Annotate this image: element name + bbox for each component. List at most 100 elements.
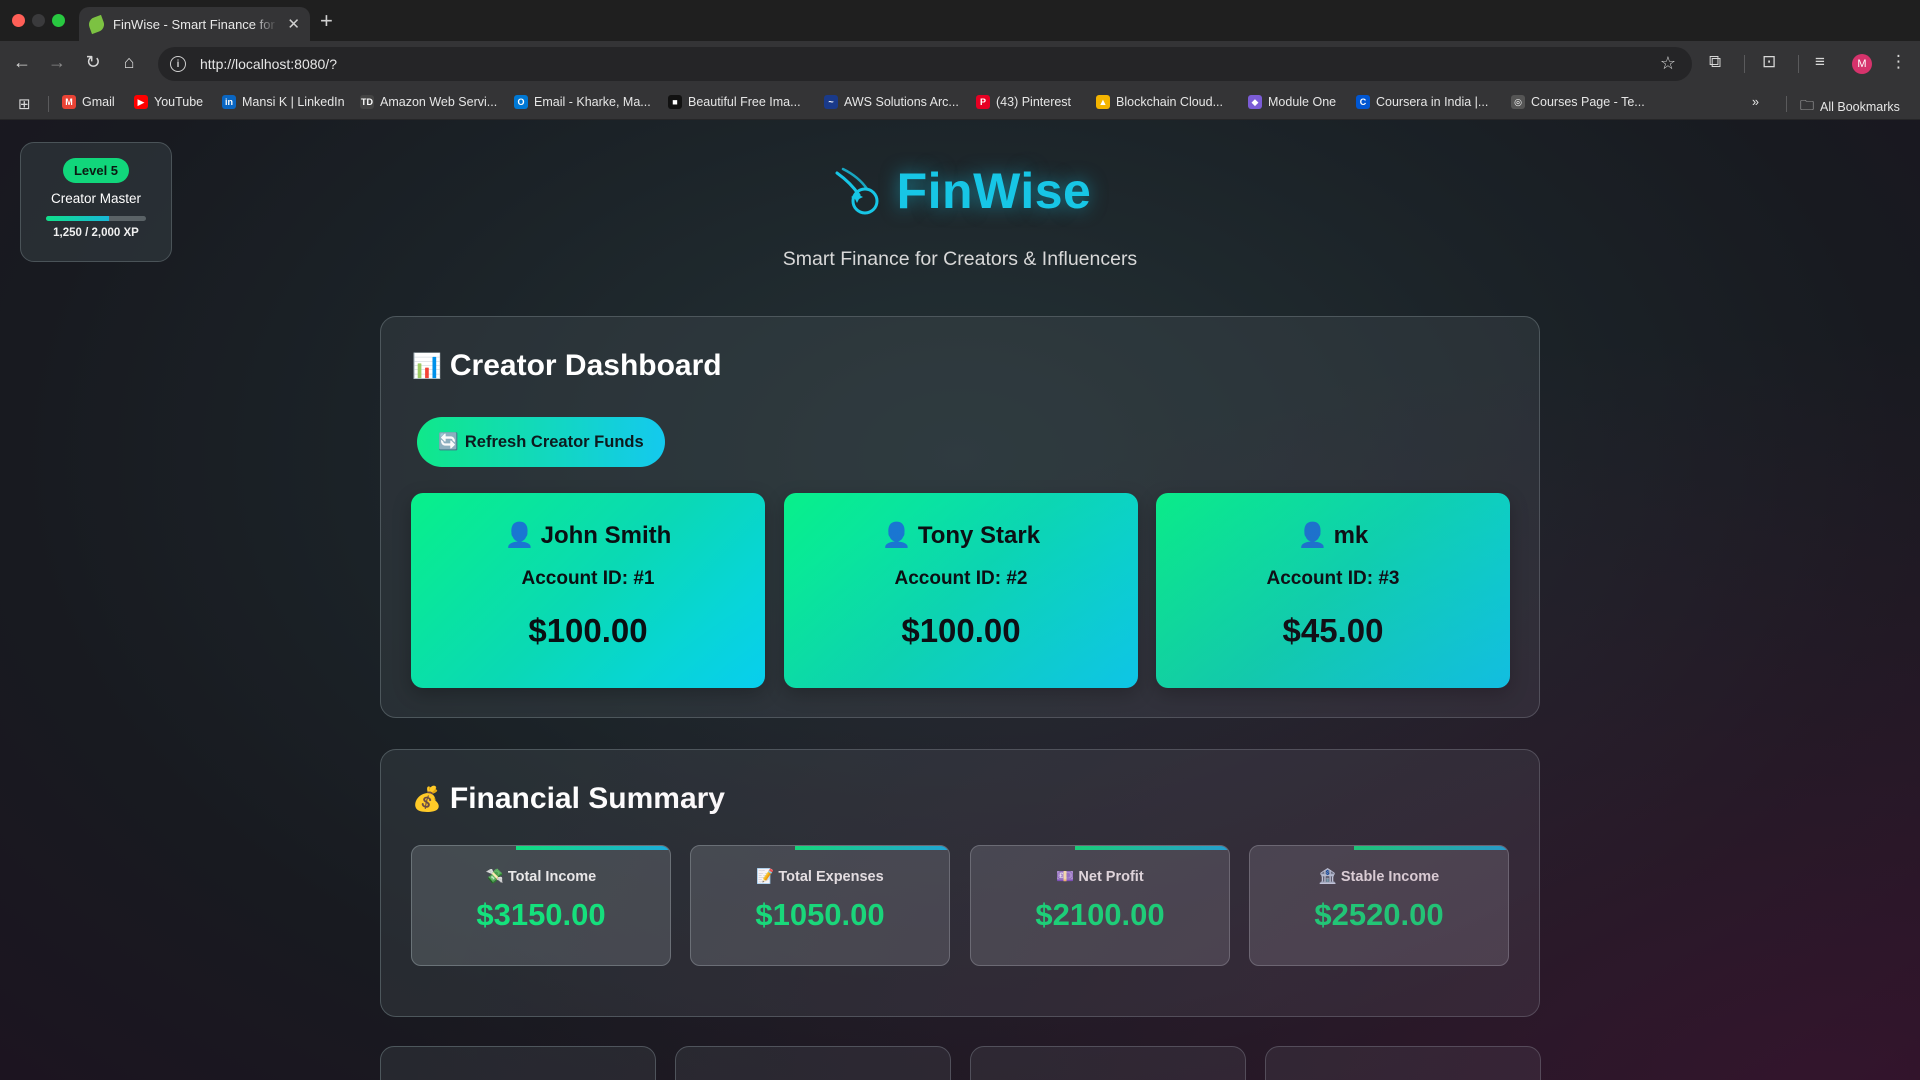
stat-label: 🏦 Stable Income: [1250, 868, 1508, 886]
bookmark-item[interactable]: C Coursera in India |...: [1356, 95, 1488, 109]
close-window-button[interactable]: [12, 14, 25, 27]
youtube-icon: ▶: [134, 95, 148, 109]
bookmark-item[interactable]: ▲ Blockchain Cloud...: [1096, 95, 1223, 109]
url-text[interactable]: http://localhost:8080/?: [200, 56, 337, 72]
account-id: Account ID: #1: [521, 568, 655, 589]
creator-account-card: 👤 John Smith Account ID: #1 $100.00: [411, 493, 765, 688]
linkedin-icon: in: [222, 95, 236, 109]
tab-title: FinWise - Smart Finance for Creators & I…: [113, 16, 278, 32]
user-icon: 👤: [1297, 522, 1328, 549]
dashboard-title-text: Creator Dashboard: [449, 349, 722, 382]
stat-accent-bar: [1354, 846, 1508, 850]
bookmark-item[interactable]: ◆ Module One: [1248, 95, 1336, 109]
account-name: 👤 mk: [1156, 521, 1510, 550]
bookmark-label: AWS Solutions Arc...: [844, 95, 959, 109]
bookmark-label: Gmail: [82, 95, 115, 109]
stat-label-text: Total Expenses: [778, 868, 884, 885]
address-bar[interactable]: i http://localhost:8080/? ☆: [158, 47, 1692, 81]
stat-accent-bar: [1075, 846, 1229, 850]
menu-kebab-icon[interactable]: ⋮: [1890, 52, 1907, 72]
close-tab-icon[interactable]: ✕: [287, 15, 300, 33]
bookmark-item[interactable]: ◎ Courses Page - Te...: [1511, 95, 1645, 109]
apps-grid-icon[interactable]: ⊞: [18, 95, 31, 113]
stat-emoji-icon: 📝: [756, 869, 775, 885]
pinterest-icon: P: [976, 95, 990, 109]
aws-icon: ~: [824, 95, 838, 109]
bookmark-item[interactable]: ~ AWS Solutions Arc...: [824, 95, 959, 109]
summary-title-text: Financial Summary: [449, 782, 725, 815]
account-name-text: Tony Stark: [917, 521, 1041, 549]
summary-stat-card: 🏦 Stable Income $2520.00: [1249, 845, 1509, 966]
toolbar-divider: [1798, 55, 1799, 73]
stat-label-text: Stable Income: [1340, 868, 1440, 885]
summary-title: 💰 Financial Summary: [412, 782, 725, 816]
creator-account-card: 👤 mk Account ID: #3 $45.00: [1156, 493, 1510, 688]
bookmark-label: Amazon Web Servi...: [380, 95, 498, 109]
cube-icon: ◆: [1248, 95, 1262, 109]
home-icon[interactable]: ⌂: [118, 52, 140, 73]
tab-search-icon[interactable]: ⊡: [1762, 52, 1776, 72]
dashboard-title: 📊 Creator Dashboard: [412, 349, 722, 383]
account-name-text: mk: [1333, 521, 1369, 549]
stat-emoji-icon: 🏦: [1318, 869, 1337, 885]
bookmark-item[interactable]: in Mansi K | LinkedIn: [222, 95, 345, 109]
account-name: 👤 Tony Stark: [784, 521, 1138, 550]
browser-tab-bar: FinWise - Smart Finance for Creators & I…: [0, 0, 1920, 41]
bookmark-label: Coursera in India |...: [1376, 95, 1489, 109]
brand-tagline: Smart Finance for Creators & Influencers: [782, 248, 1138, 270]
account-name: 👤 John Smith: [411, 521, 765, 550]
profile-avatar[interactable]: M: [1852, 54, 1872, 74]
new-tab-icon[interactable]: +: [320, 8, 333, 34]
reading-list-icon[interactable]: ≡: [1815, 52, 1825, 72]
user-icon: 👤: [881, 522, 912, 549]
page-content: Level 5 Creator Master 1,250 / 2,000 XP …: [0, 120, 1920, 1080]
bookmark-item[interactable]: O Email - Kharke, Ma...: [514, 95, 651, 109]
all-bookmarks-button[interactable]: 🗀 All Bookmarks: [1800, 95, 1900, 119]
financial-summary-panel: 💰 Financial Summary 💸 Total Income $3150.0…: [380, 749, 1540, 1017]
stat-emoji-icon: 💷: [1056, 869, 1075, 885]
unsplash-icon: ■: [668, 95, 682, 109]
maximize-window-button[interactable]: [52, 14, 65, 27]
google-drive-icon: ▲: [1096, 95, 1110, 109]
bookmark-label: Beautiful Free Ima...: [688, 95, 801, 109]
account-balance: $100.00: [528, 612, 648, 649]
stat-emoji-icon: 💸: [485, 869, 504, 885]
bookmark-label: YouTube: [154, 95, 204, 109]
refresh-creator-funds-button[interactable]: 🔄 Refresh Creator Funds: [417, 417, 665, 467]
bookmarks-bar: ⊞ M Gmail ▶ YouTube in Mansi K | LinkedIn TD Am…: [0, 87, 1920, 120]
bookmark-star-icon[interactable]: ☆: [1660, 53, 1676, 74]
stat-accent-bar: [516, 846, 670, 850]
bookmark-item[interactable]: TD Amazon Web Servi...: [360, 95, 497, 109]
next-section-card: [970, 1046, 1246, 1080]
reload-icon[interactable]: ↻: [82, 52, 104, 73]
refresh-icon: 🔄: [438, 432, 459, 451]
aws-icon: TD: [360, 95, 374, 109]
outlook-icon: O: [514, 95, 528, 109]
next-section-card: [380, 1046, 656, 1080]
minimize-window-button[interactable]: [32, 14, 45, 27]
bookmark-item[interactable]: ▶ YouTube: [134, 95, 203, 109]
money-bag-icon: 💰: [412, 785, 442, 813]
xp-progress-text: 1,250 / 2,000 XP: [53, 227, 139, 239]
brand-header: FinWise: [0, 162, 1920, 224]
forward-icon[interactable]: →: [46, 52, 68, 73]
site-info-icon[interactable]: i: [170, 56, 186, 72]
folder-icon: 🗀: [1800, 97, 1814, 113]
bookmark-item[interactable]: P (43) Pinterest: [976, 95, 1071, 109]
bookmark-label: Module One: [1268, 95, 1337, 109]
more-bookmarks-icon[interactable]: »: [1752, 95, 1759, 109]
back-icon[interactable]: ←: [11, 52, 33, 73]
summary-stat-card: 💸 Total Income $3150.00: [411, 845, 671, 966]
comet-logo-icon: [835, 167, 879, 215]
bookmark-item[interactable]: ■ Beautiful Free Ima...: [668, 95, 801, 109]
bookmark-item[interactable]: M Gmail: [62, 95, 115, 109]
summary-stat-card: 💷 Net Profit $2100.00: [970, 845, 1230, 966]
active-tab[interactable]: FinWise - Smart Finance for Creators & I…: [79, 7, 310, 41]
account-balance: $45.00: [1282, 612, 1384, 649]
account-balance: $100.00: [901, 612, 1021, 649]
next-section-card: [675, 1046, 951, 1080]
extensions-icon[interactable]: ⧉: [1709, 52, 1721, 72]
stat-value: $2520.00: [1314, 897, 1444, 932]
all-bookmarks-label: All Bookmarks: [1820, 100, 1900, 114]
bookmark-label: Mansi K | LinkedIn: [242, 95, 345, 109]
